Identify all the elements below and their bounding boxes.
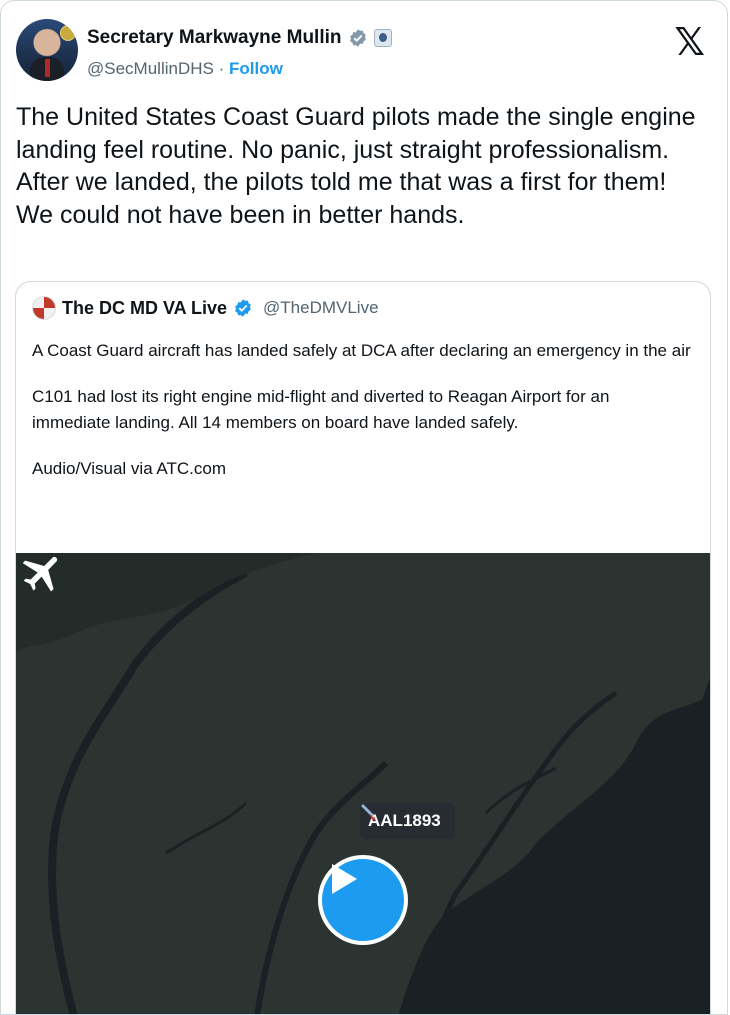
dhs-seal-icon — [373, 29, 392, 47]
quoted-avatar[interactable] — [32, 296, 56, 320]
quoted-paragraph: C101 had lost its right engine mid-fligh… — [32, 387, 610, 432]
flight-label[interactable]: AAL1893 — [360, 803, 455, 839]
airplane-icon — [22, 556, 58, 592]
quoted-paragraph: Audio/Visual via ATC.com — [32, 459, 227, 478]
follow-button[interactable]: Follow — [229, 59, 283, 78]
quoted-tweet[interactable]: The DC MD VA Live @TheDMVLive A Coast Gu… — [15, 281, 711, 1014]
quoted-header: The DC MD VA Live @TheDMVLive — [32, 296, 379, 320]
tweet-text: The United States Coast Guard pilots mad… — [16, 103, 696, 229]
quoted-author-handle[interactable]: @TheDMVLive — [263, 298, 379, 318]
quoted-paragraph: A Coast Guard aircraft has landed safely… — [32, 341, 691, 360]
author-avatar[interactable] — [16, 19, 78, 81]
author-name[interactable]: Secretary Markwayne Mullin — [87, 27, 342, 49]
airline-tail-icon — [361, 804, 376, 820]
tweet-card: Secretary Markwayne Mullin @SecMullinDHS… — [0, 0, 728, 1015]
play-icon — [332, 864, 357, 894]
flight-map — [16, 553, 710, 1014]
verified-badge-icon — [349, 29, 366, 47]
handle-separator: · — [218, 59, 225, 78]
video-player[interactable]: AAL1893 — [16, 553, 710, 1014]
author-handle[interactable]: @SecMullinDHS — [87, 59, 214, 78]
quoted-author-name[interactable]: The DC MD VA Live — [62, 298, 227, 319]
avatar-seal — [60, 25, 76, 41]
play-button[interactable] — [318, 855, 408, 945]
quoted-text: A Coast Guard aircraft has landed safely… — [32, 338, 692, 502]
author-handle-row: @SecMullinDHS · Follow — [87, 59, 283, 79]
author-name-row: Secretary Markwayne Mullin — [87, 27, 392, 49]
quoted-verified-badge-icon — [235, 299, 251, 317]
avatar-tie — [45, 59, 50, 77]
x-logo-icon[interactable]: 𝕏 — [674, 23, 705, 61]
